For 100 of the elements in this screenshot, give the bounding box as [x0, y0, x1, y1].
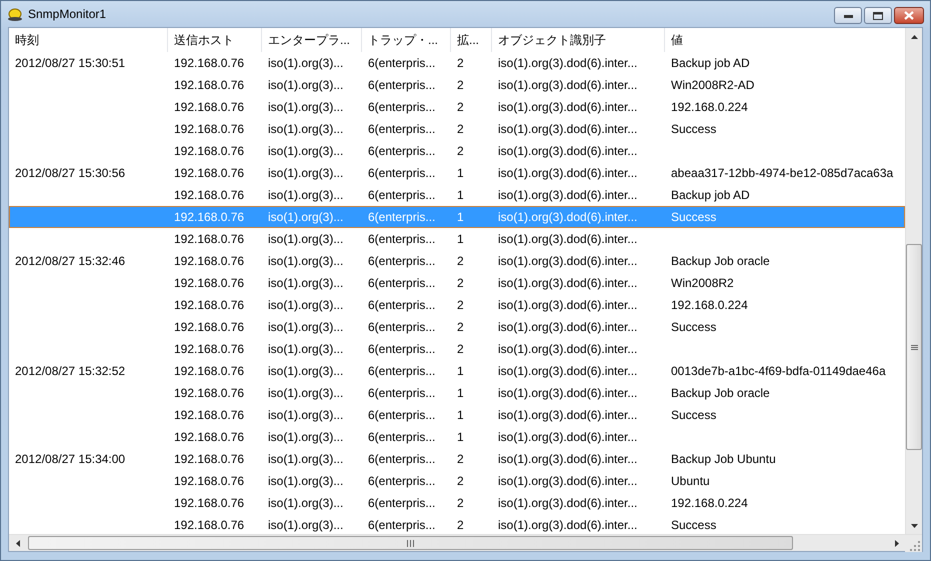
grip-icon [910, 344, 918, 350]
table-cell: 1 [457, 232, 464, 246]
minimize-icon [844, 14, 852, 18]
table-cell: 2 [457, 518, 464, 532]
table-cell: iso(1).org(3).dod(6).inter... [498, 320, 638, 334]
table-cell: iso(1).org(3)... [268, 342, 344, 356]
table-cell: iso(1).org(3).dod(6).inter... [498, 518, 638, 532]
table-cell: iso(1).org(3).dod(6).inter... [498, 232, 638, 246]
table-cell: iso(1).org(3)... [268, 408, 344, 422]
down-arrow-icon [911, 524, 918, 528]
table-cell: Win2008R2-AD [671, 78, 754, 92]
table-cell: iso(1).org(3)... [268, 210, 344, 224]
table-cell: 192.168.0.76 [174, 320, 244, 334]
table-cell: 1 [457, 188, 464, 202]
table-cell: Backup job AD [671, 56, 750, 70]
table-cell: iso(1).org(3).dod(6).inter... [498, 254, 638, 268]
table-cell: 6(enterpris... [368, 364, 436, 378]
table-cell: 192.168.0.76 [174, 232, 244, 246]
table-cell: 2 [457, 452, 464, 466]
table-cell: iso(1).org(3)... [268, 144, 344, 158]
table-cell: Win2008R2 [671, 276, 734, 290]
table-cell: 192.168.0.76 [174, 298, 244, 312]
close-button[interactable] [894, 7, 924, 24]
table-cell: 192.168.0.76 [174, 78, 244, 92]
table-cell: 192.168.0.76 [174, 342, 244, 356]
table-cell: 192.168.0.76 [174, 452, 244, 466]
table-cell: 2012/08/27 15:34:00 [15, 452, 126, 466]
table-cell: 6(enterpris... [368, 386, 436, 400]
table-cell: 192.168.0.76 [174, 144, 244, 158]
table-cell: 1 [457, 430, 464, 444]
column-header[interactable]: エンタープラ... [262, 28, 362, 52]
table-cell: iso(1).org(3).dod(6).inter... [498, 210, 638, 224]
table-cell: 6(enterpris... [368, 342, 436, 356]
close-icon [904, 11, 914, 20]
table-cell: 2 [457, 78, 464, 92]
table-cell: 2012/08/27 15:32:52 [15, 364, 126, 378]
table-cell: 2 [457, 496, 464, 510]
table-cell: iso(1).org(3).dod(6).inter... [498, 276, 638, 290]
table-cell: iso(1).org(3)... [268, 276, 344, 290]
table-cell: iso(1).org(3)... [268, 232, 344, 246]
table-cell: 1 [457, 408, 464, 422]
table-cell: 6(enterpris... [368, 408, 436, 422]
table-cell: 192.168.0.76 [174, 496, 244, 510]
table-cell: Success [671, 518, 716, 532]
table-cell: iso(1).org(3).dod(6).inter... [498, 166, 638, 180]
column-header[interactable]: 送信ホスト [168, 28, 262, 52]
table-cell: iso(1).org(3)... [268, 496, 344, 510]
table-cell: Backup Job Ubuntu [671, 452, 776, 466]
table-cell: 192.168.0.76 [174, 122, 244, 136]
column-header[interactable]: 時刻 [9, 28, 168, 52]
table-cell: Success [671, 210, 716, 224]
table-cell: 192.168.0.76 [174, 254, 244, 268]
table-cell: 6(enterpris... [368, 166, 436, 180]
column-header[interactable]: トラップ・... [362, 28, 451, 52]
table-cell: iso(1).org(3)... [268, 166, 344, 180]
table-cell: 192.168.0.76 [174, 188, 244, 202]
table-cell: 6(enterpris... [368, 56, 436, 70]
table-cell: 6(enterpris... [368, 430, 436, 444]
table-cell: iso(1).org(3)... [268, 474, 344, 488]
table-cell: iso(1).org(3)... [268, 254, 344, 268]
table-cell: iso(1).org(3)... [268, 386, 344, 400]
right-arrow-icon [894, 540, 898, 547]
column-header[interactable]: オブジェクト識別子 [492, 28, 665, 52]
table-cell: Backup Job oracle [671, 386, 770, 400]
table-cell: 2 [457, 56, 464, 70]
table-cell: 6(enterpris... [368, 496, 436, 510]
table-cell: 2 [457, 276, 464, 290]
window-title: SnmpMonitor1 [28, 6, 106, 23]
table-cell: 192.168.0.76 [174, 408, 244, 422]
table-cell: 1 [457, 210, 464, 224]
minimize-button[interactable] [834, 7, 862, 24]
table-cell: iso(1).org(3)... [268, 56, 344, 70]
table-cell: 192.168.0.224 [671, 298, 748, 312]
table-cell: 6(enterpris... [368, 210, 436, 224]
table-cell: iso(1).org(3).dod(6).inter... [498, 408, 638, 422]
table-cell: 2012/08/27 15:30:51 [15, 56, 126, 70]
table-cell: 192.168.0.224 [671, 100, 748, 114]
table-cell: 2012/08/27 15:32:46 [15, 254, 126, 268]
maximize-icon [873, 12, 883, 20]
table-cell: 192.168.0.224 [671, 496, 748, 510]
app-icon [7, 7, 23, 21]
table-cell: 2 [457, 342, 464, 356]
table-cell: 0013de7b-a1bc-4f69-bdfa-01149dae46a [671, 364, 886, 378]
horizontal-scroll-thumb[interactable] [28, 536, 793, 550]
table-cell: 2 [457, 100, 464, 114]
maximize-button[interactable] [864, 7, 892, 24]
table-cell: iso(1).org(3).dod(6).inter... [498, 474, 638, 488]
table-cell: abeaa317-12bb-4974-be12-085d7aca63a [671, 166, 894, 180]
table-cell: 6(enterpris... [368, 144, 436, 158]
table-cell: iso(1).org(3)... [268, 122, 344, 136]
table-cell: iso(1).org(3).dod(6).inter... [498, 56, 638, 70]
table-cell: iso(1).org(3).dod(6).inter... [498, 386, 638, 400]
column-header[interactable]: 拡... [451, 28, 492, 52]
left-arrow-icon [16, 540, 20, 547]
table-cell: iso(1).org(3)... [268, 364, 344, 378]
table-cell: 192.168.0.76 [174, 210, 244, 224]
table-cell: Backup Job oracle [671, 254, 770, 268]
table-cell: iso(1).org(3).dod(6).inter... [498, 342, 638, 356]
vertical-scroll-thumb[interactable] [906, 244, 922, 450]
table-cell: iso(1).org(3).dod(6).inter... [498, 364, 638, 378]
